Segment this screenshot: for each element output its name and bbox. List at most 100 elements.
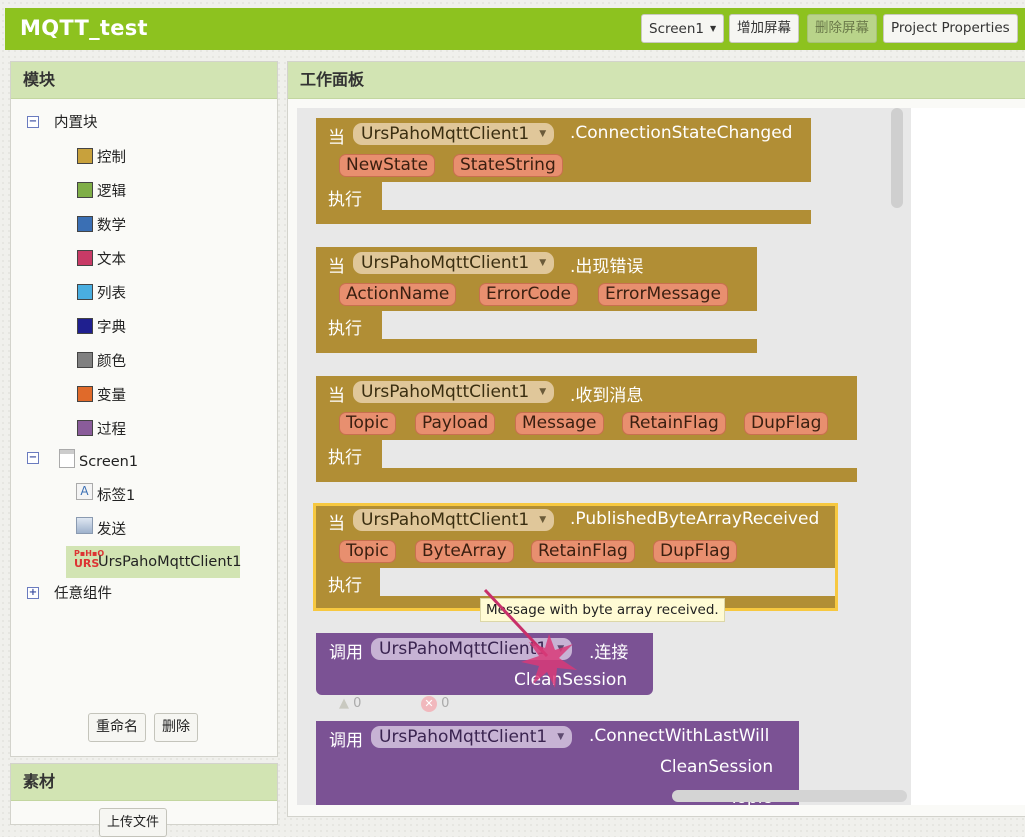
call-label: 调用 [329, 643, 363, 663]
category-color-icon [77, 318, 93, 334]
warning-count: 0 [353, 696, 362, 711]
category-color-icon [77, 250, 93, 266]
category-color-icon [77, 284, 93, 300]
param-chip[interactable]: Topic [339, 412, 396, 435]
builtin-category-item[interactable]: 逻辑 [97, 181, 126, 203]
add-screen-button[interactable]: 增加屏幕 [729, 14, 799, 43]
param-chip[interactable]: Message [515, 412, 604, 435]
builtin-category-item[interactable]: 控制 [97, 147, 126, 169]
tree-item-label1[interactable]: 标签1 [97, 485, 135, 507]
screen-icon [59, 449, 75, 468]
tree-item-send[interactable]: 发送 [97, 519, 126, 541]
event-block-error-occurred[interactable]: 当 UrsPahoMqttClient1 ▼ .出现错误 ActionName E… [316, 247, 757, 353]
component-name: UrsPahoMqttClient1 [361, 510, 530, 530]
arg-label: CleanSession [660, 757, 774, 777]
category-color-icon [77, 182, 93, 198]
param-chip[interactable]: DupFlag [653, 540, 738, 563]
component-dropdown[interactable]: UrsPahoMqttClient1 ▼ [371, 726, 573, 748]
component-dropdown[interactable]: UrsPahoMqttClient1 ▼ [353, 252, 555, 274]
error-count: 0 [441, 696, 450, 711]
event-name: .出现错误 [570, 257, 644, 277]
param-chip[interactable]: Topic [339, 540, 396, 563]
workspace-title: 工作面板 [288, 62, 1025, 99]
event-name: .ConnectionStateChanged [570, 123, 793, 143]
workspace-right-area [911, 108, 1025, 805]
param-chip[interactable]: NewState [339, 154, 436, 177]
builtin-category-item[interactable]: 过程 [97, 419, 126, 441]
error-indicator[interactable]: ✕ 0 [421, 696, 449, 712]
when-label: 当 [328, 514, 345, 534]
media-panel: 素材 上传文件 [10, 763, 278, 837]
workspace-vertical-scrollbar[interactable] [891, 108, 903, 208]
dropdown-arrow-icon: ▼ [539, 387, 547, 397]
dropdown-arrow-icon: ▼ [557, 732, 565, 742]
collapse-icon[interactable]: − [27, 116, 39, 128]
workspace-horizontal-scrollbar[interactable] [672, 790, 907, 802]
param-chip[interactable]: StateString [453, 154, 563, 177]
rename-button[interactable]: 重命名 [88, 713, 146, 742]
method-name: .连接 [589, 643, 629, 663]
tree-item-mqtt-selected[interactable]: P▪H▪O URS UrsPahoMqttClient1 [66, 546, 242, 578]
event-block-message-received[interactable]: 当 UrsPahoMqttClient1 ▼ .收到消息 Topic Payloa… [316, 376, 857, 482]
builtin-category-item[interactable]: 文本 [97, 249, 126, 271]
do-slot [382, 311, 757, 339]
screen-select-label: Screen1 [649, 21, 705, 37]
remove-screen-button[interactable]: 删除屏幕 [807, 14, 877, 43]
category-color-icon [77, 148, 93, 164]
event-block-connection-state-changed[interactable]: 当 UrsPahoMqttClient1 ▼ .ConnectionStateCh… [316, 118, 811, 224]
category-color-icon [77, 386, 93, 402]
param-chip[interactable]: RetainFlag [622, 412, 726, 435]
builtin-category-item[interactable]: 变量 [97, 385, 126, 407]
param-chip[interactable]: Payload [415, 412, 496, 435]
component-dropdown[interactable]: UrsPahoMqttClient1 ▼ [353, 123, 555, 145]
error-icon: ✕ [421, 696, 437, 712]
builtin-category-item[interactable]: 数学 [97, 215, 126, 237]
param-chip[interactable]: ErrorMessage [598, 283, 728, 306]
category-color-icon [77, 352, 93, 368]
tree-item-screen1[interactable]: Screen1 [79, 451, 138, 473]
builtin-category-item[interactable]: 列表 [97, 283, 126, 305]
top-bar: MQTT_test Screen1 ▼ 增加屏幕 删除屏幕 Project Pro… [5, 8, 1025, 50]
project-properties-button[interactable]: Project Properties [883, 14, 1018, 43]
event-name: .PublishedByteArrayReceived [570, 509, 820, 529]
blocks-workspace[interactable]: 当 UrsPahoMqttClient1 ▼ .ConnectionStateCh… [297, 108, 911, 805]
caret-down-icon: ▼ [710, 24, 717, 33]
when-label: 当 [328, 386, 345, 406]
param-chip[interactable]: RetainFlag [531, 540, 635, 563]
do-slot [382, 182, 811, 210]
method-name: .ConnectWithLastWill [589, 726, 770, 746]
tree-item-mqtt-label: UrsPahoMqttClient1 [98, 554, 242, 570]
component-dropdown[interactable]: UrsPahoMqttClient1 ▼ [353, 381, 555, 403]
component-name: UrsPahoMqttClient1 [379, 727, 548, 747]
component-name: UrsPahoMqttClient1 [361, 253, 530, 273]
param-chip[interactable]: ErrorCode [479, 283, 578, 306]
builtin-blocks-label[interactable]: 内置块 [54, 112, 98, 134]
when-label: 当 [328, 257, 345, 277]
tree-item-any-component[interactable]: 任意组件 [54, 583, 112, 605]
component-name: UrsPahoMqttClient1 [361, 124, 530, 144]
label-icon: A [76, 483, 93, 500]
param-chip[interactable]: ActionName [339, 283, 457, 306]
component-dropdown[interactable]: UrsPahoMqttClient1 ▼ [353, 509, 555, 531]
when-label: 当 [328, 128, 345, 148]
builtin-category-item[interactable]: 字典 [97, 317, 126, 339]
collapse-icon[interactable]: − [27, 452, 39, 464]
param-chip[interactable]: ByteArray [415, 540, 514, 563]
dropdown-arrow-icon: ▼ [539, 258, 547, 268]
warning-indicator[interactable]: ▲ 0 [339, 696, 361, 711]
upload-file-button[interactable]: 上传文件 [99, 808, 168, 837]
screen-select[interactable]: Screen1 ▼ [641, 14, 725, 43]
expand-icon[interactable]: + [27, 587, 39, 599]
event-name: .收到消息 [570, 386, 644, 406]
builtin-category-item[interactable]: 颜色 [97, 351, 126, 373]
category-color-icon [77, 420, 93, 436]
blocks-panel: 模块 − 内置块 控制 逻辑 数学 文本 列表 字典 颜色 变量 过程 − Screen1 A … [10, 61, 278, 757]
dropdown-arrow-icon: ▼ [539, 515, 547, 525]
click-burst-icon [483, 588, 577, 688]
param-chip[interactable]: DupFlag [744, 412, 829, 435]
do-label: 执行 [328, 319, 362, 339]
do-label: 执行 [328, 190, 362, 210]
button-icon [76, 517, 93, 534]
delete-button[interactable]: 删除 [154, 713, 198, 742]
call-label: 调用 [329, 731, 363, 751]
